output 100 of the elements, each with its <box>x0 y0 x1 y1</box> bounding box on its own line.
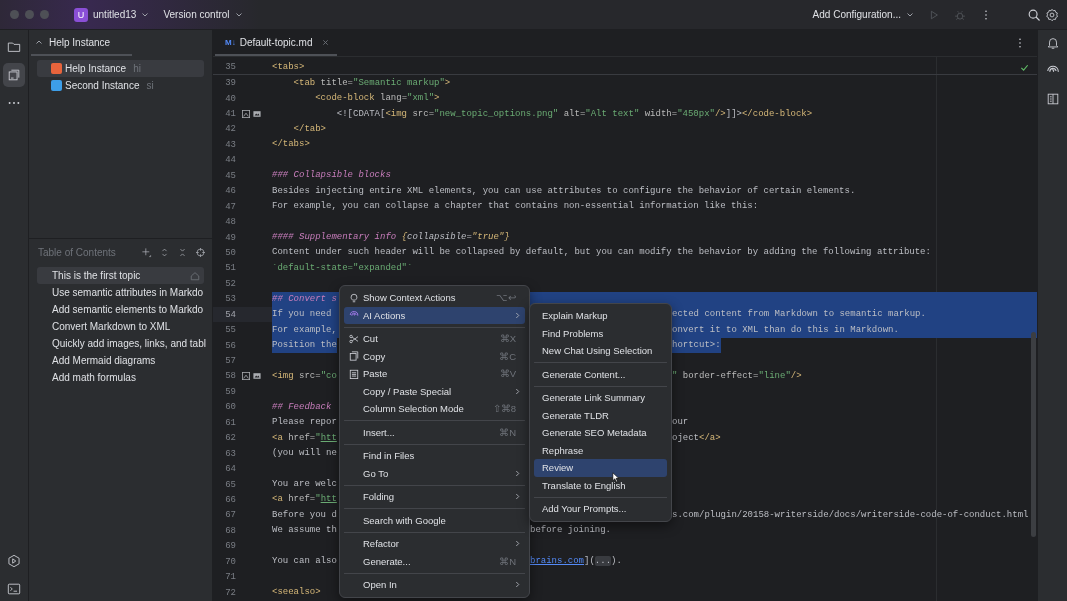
line-number: 56 <box>224 340 236 351</box>
code-line: <tab title="Semantic markup"> <box>292 76 451 90</box>
checkmark-icon <box>1020 63 1029 72</box>
toc-item[interactable]: This is the first topic <box>37 267 204 284</box>
code-line: Please repor <box>272 416 337 430</box>
code-line: We assume th <box>272 524 337 538</box>
toc-item[interactable]: Add semantic elements to Markdo <box>37 301 204 318</box>
code-line: onvert it to XML than do this in Markdown. <box>672 323 899 337</box>
line-number: 66 <box>224 494 236 505</box>
menu-item[interactable]: Generate TLDR <box>534 406 667 424</box>
line-number: 67 <box>224 510 236 521</box>
code-line: <seealso> <box>272 586 321 600</box>
project-dropdown[interactable]: U untitled13 <box>69 4 155 25</box>
code-line: ected content from Markdown to semantic markup. <box>672 308 926 322</box>
chevron-right-icon <box>515 469 520 477</box>
line-number: 43 <box>224 139 236 150</box>
menu-item[interactable]: Go To <box>344 464 525 482</box>
line-number: 55 <box>224 325 236 336</box>
code-line: Before you d <box>272 508 337 522</box>
settings-icon[interactable] <box>1045 7 1059 22</box>
collapse-icon[interactable] <box>177 246 188 258</box>
chevron-right-icon <box>515 540 520 548</box>
instance-item[interactable]: Help Instance hi <box>37 60 204 77</box>
bell-icon[interactable] <box>1045 36 1060 50</box>
line-number: 51 <box>224 263 236 274</box>
window-icon[interactable] <box>7 68 21 82</box>
menu-item[interactable]: Column Selection Mode ⇧⌘8 <box>344 400 525 418</box>
editor-tab[interactable]: M↓ Default-topic.md <box>215 30 338 56</box>
line-number: 70 <box>224 556 236 567</box>
toc-item[interactable]: Quickly add images, links, and tabl <box>37 335 204 352</box>
image-icon[interactable] <box>253 372 261 381</box>
toc-item[interactable]: Convert Markdown to XML <box>37 318 204 335</box>
folder-icon[interactable] <box>7 40 21 54</box>
menu-item[interactable]: Explain Markup <box>534 307 667 325</box>
image-settings-icon[interactable] <box>242 372 250 381</box>
search-icon[interactable] <box>1027 7 1041 22</box>
menu-item[interactable]: Copy / Paste Special <box>344 382 525 400</box>
menu-item[interactable]: Copy ⌘C <box>344 347 525 365</box>
terminal-icon[interactable] <box>7 582 21 596</box>
instance-item[interactable]: Second Instance si <box>37 77 204 94</box>
toc-item[interactable]: Use semantic attributes in Markdo <box>37 284 204 301</box>
chevron-right-icon <box>515 493 520 501</box>
code-line: </tabs> <box>272 138 310 152</box>
code-line: s.com/plugin/20158-writerside/docs/writerside-code-of-conduct.html <box>672 508 1029 522</box>
menu-item[interactable]: Show Context Actions ⌥↩ <box>344 289 525 307</box>
chevron-down-icon <box>234 10 243 19</box>
code-line: <tabs> <box>272 61 305 74</box>
code-line: ## Convert s <box>272 292 337 306</box>
code-line: brains.com](...). <box>530 555 622 569</box>
chevron-right-icon <box>515 581 520 589</box>
menu-item[interactable]: Search with Google <box>344 505 525 529</box>
menu-item[interactable]: Translate to English <box>534 476 667 494</box>
line-number: 72 <box>224 587 236 598</box>
code-line: <a href="htt <box>272 493 337 507</box>
line-number: 57 <box>224 356 236 367</box>
code-line: before joining. <box>530 524 611 538</box>
code-line: For example, you can collapse a chapter that contains non-essential information like this: <box>272 200 759 214</box>
code-line: `default-state="expanded"` <box>272 261 413 275</box>
code-line: " border-effect="line"/> <box>672 369 802 383</box>
version-control-dropdown[interactable]: Version control <box>158 6 248 23</box>
chevron-up-icon <box>35 38 43 46</box>
image-icon[interactable] <box>253 110 261 119</box>
panel-tab[interactable]: Help Instance <box>31 30 133 56</box>
code-line: #### Supplementary info {collapsible="true"} <box>272 231 510 245</box>
run-configuration-dropdown[interactable]: Add Configuration... <box>807 6 919 23</box>
add-icon[interactable] <box>141 246 152 258</box>
line-number: 58 <box>224 371 236 382</box>
menu-item[interactable]: AI Actions <box>344 306 525 324</box>
panel-title: Table of Contents <box>38 246 117 258</box>
code-line: <a href="htt <box>272 431 337 445</box>
menu-item[interactable]: Paste ⌘V <box>344 365 525 383</box>
line-number: 46 <box>224 186 236 197</box>
line-number: 41 <box>224 109 236 120</box>
code-line: You are welc <box>272 478 337 492</box>
book-icon[interactable] <box>1045 92 1060 106</box>
toc-item[interactable]: Add math formulas <box>37 369 204 386</box>
chevron-right-icon <box>515 387 520 395</box>
line-number: 62 <box>224 433 236 444</box>
pointer-icon <box>612 472 620 483</box>
menu-item[interactable]: Generate SEO Metadata <box>534 424 667 442</box>
menu-item[interactable]: Rephrase <box>534 441 667 459</box>
menu-item[interactable]: Review <box>534 459 667 477</box>
line-number: 48 <box>224 217 236 228</box>
menu-item[interactable]: Generate... ⌘N <box>344 552 525 570</box>
scissors-icon <box>349 333 359 344</box>
close-icon[interactable] <box>322 38 330 46</box>
scrollbar[interactable] <box>1031 332 1036 537</box>
toc-item[interactable]: Add Mermaid diagrams <box>37 352 204 369</box>
line-number: 54 <box>224 309 236 320</box>
code-line: <code-block lang="xml"> <box>314 92 440 106</box>
line-number: 42 <box>224 124 236 135</box>
line-number: 68 <box>224 525 236 536</box>
image-settings-icon[interactable] <box>242 110 250 119</box>
menu-item[interactable]: New Chat Using Selection <box>534 342 667 360</box>
menu-item[interactable]: Find Problems <box>534 324 667 342</box>
line-number: 44 <box>224 155 236 166</box>
code-line: ### Collapsible blocks <box>272 169 391 183</box>
locate-icon[interactable] <box>195 246 206 258</box>
code-line: (you will ne <box>272 447 337 461</box>
code-line: ## Feedback <box>272 400 332 414</box>
